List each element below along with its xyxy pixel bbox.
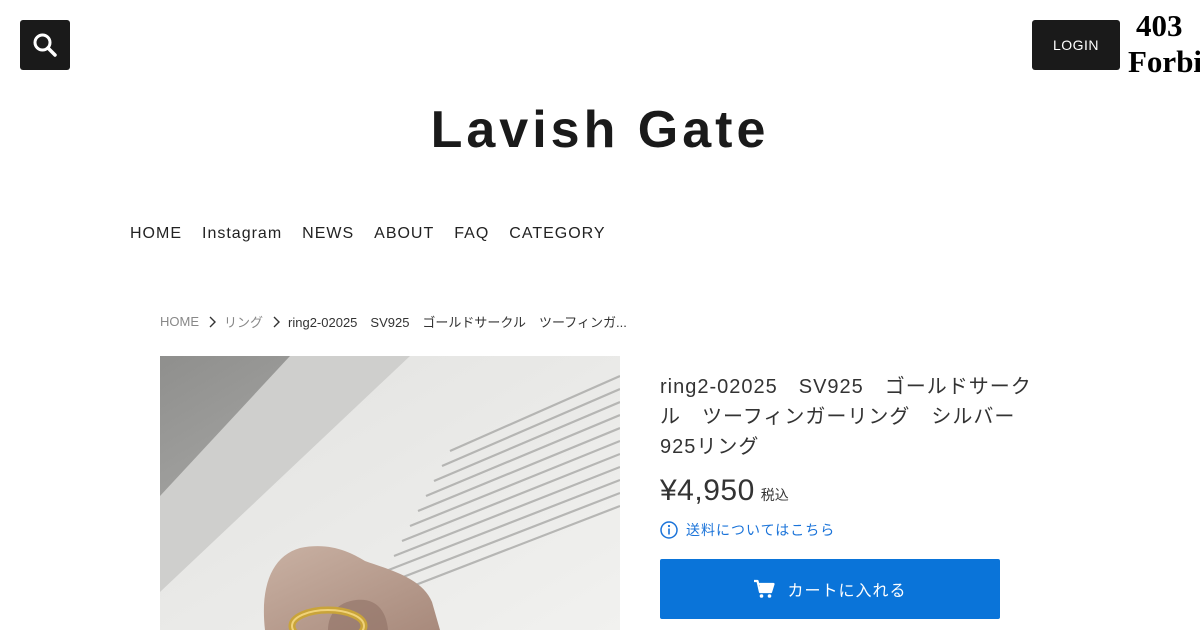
main-nav: HOME Instagram NEWS ABOUT FAQ CATEGORY: [130, 225, 606, 243]
breadcrumb-current: ring2-02025 SV925 ゴールドサークル ツーフィンガ...: [288, 315, 627, 330]
nav-item-home[interactable]: HOME: [130, 225, 182, 243]
breadcrumb-home[interactable]: HOME: [160, 314, 199, 329]
breadcrumb-category[interactable]: リング: [224, 312, 263, 331]
info-icon: [660, 521, 678, 539]
product-title: ring2-02025 SV925 ゴールドサークル ツーフィンガーリング シル…: [660, 376, 1032, 458]
nav-item-faq[interactable]: FAQ: [454, 225, 489, 243]
search-icon: [32, 32, 58, 58]
nav-item-category[interactable]: CATEGORY: [509, 225, 605, 243]
price-amount: ¥4,950: [660, 474, 755, 507]
chevron-right-icon: [209, 316, 216, 328]
error-message: 403 Forbidden: [1128, 8, 1200, 80]
error-text: Forbidden: [1128, 44, 1200, 79]
error-code: 403: [1136, 8, 1183, 43]
breadcrumb: HOME リング ring2-02025 SV925 ゴールドサークル ツーフィ…: [160, 312, 627, 331]
cart-button-label: カートに入れる: [787, 583, 907, 600]
site-logo[interactable]: Lavish Gate: [0, 98, 1200, 162]
product-image[interactable]: [160, 356, 620, 630]
tax-label: 税込: [760, 487, 789, 503]
search-button[interactable]: [20, 20, 70, 70]
shipping-info-link[interactable]: 送料についてはこちら: [660, 520, 835, 540]
product-price: ¥4,950 税込: [660, 474, 789, 508]
cart-icon: [753, 579, 776, 599]
login-label: LOGIN: [1052, 37, 1100, 53]
nav-item-about[interactable]: ABOUT: [374, 225, 434, 243]
add-to-cart-button[interactable]: カートに入れる: [660, 559, 1000, 619]
nav-item-news[interactable]: NEWS: [302, 225, 354, 243]
nav-item-instagram[interactable]: Instagram: [202, 225, 282, 243]
shipping-link-label: 送料についてはこちら: [686, 522, 836, 538]
chevron-right-icon: [273, 316, 281, 328]
login-button[interactable]: LOGIN: [1032, 20, 1120, 70]
